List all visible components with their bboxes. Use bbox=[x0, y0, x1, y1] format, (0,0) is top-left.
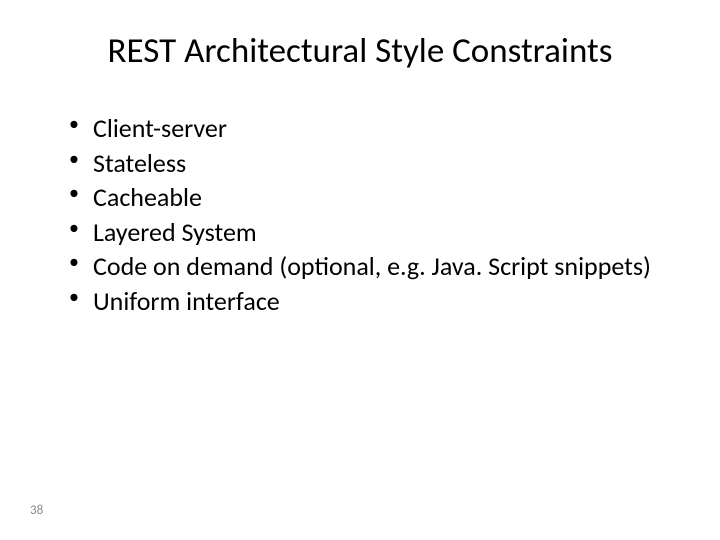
list-item: Cacheable bbox=[65, 181, 670, 214]
list-item: Uniform interface bbox=[65, 285, 670, 318]
list-item: Code on demand (optional, e.g. Java. Scr… bbox=[65, 250, 670, 283]
slide-title: REST Architectural Style Constraints bbox=[50, 30, 670, 72]
list-item: Client-server bbox=[65, 112, 670, 145]
bullet-list: Client-server Stateless Cacheable Layere… bbox=[50, 112, 670, 317]
list-item: Layered System bbox=[65, 216, 670, 249]
list-item: Stateless bbox=[65, 147, 670, 180]
page-number: 38 bbox=[30, 503, 43, 518]
slide-container: REST Architectural Style Constraints Cli… bbox=[0, 0, 720, 540]
